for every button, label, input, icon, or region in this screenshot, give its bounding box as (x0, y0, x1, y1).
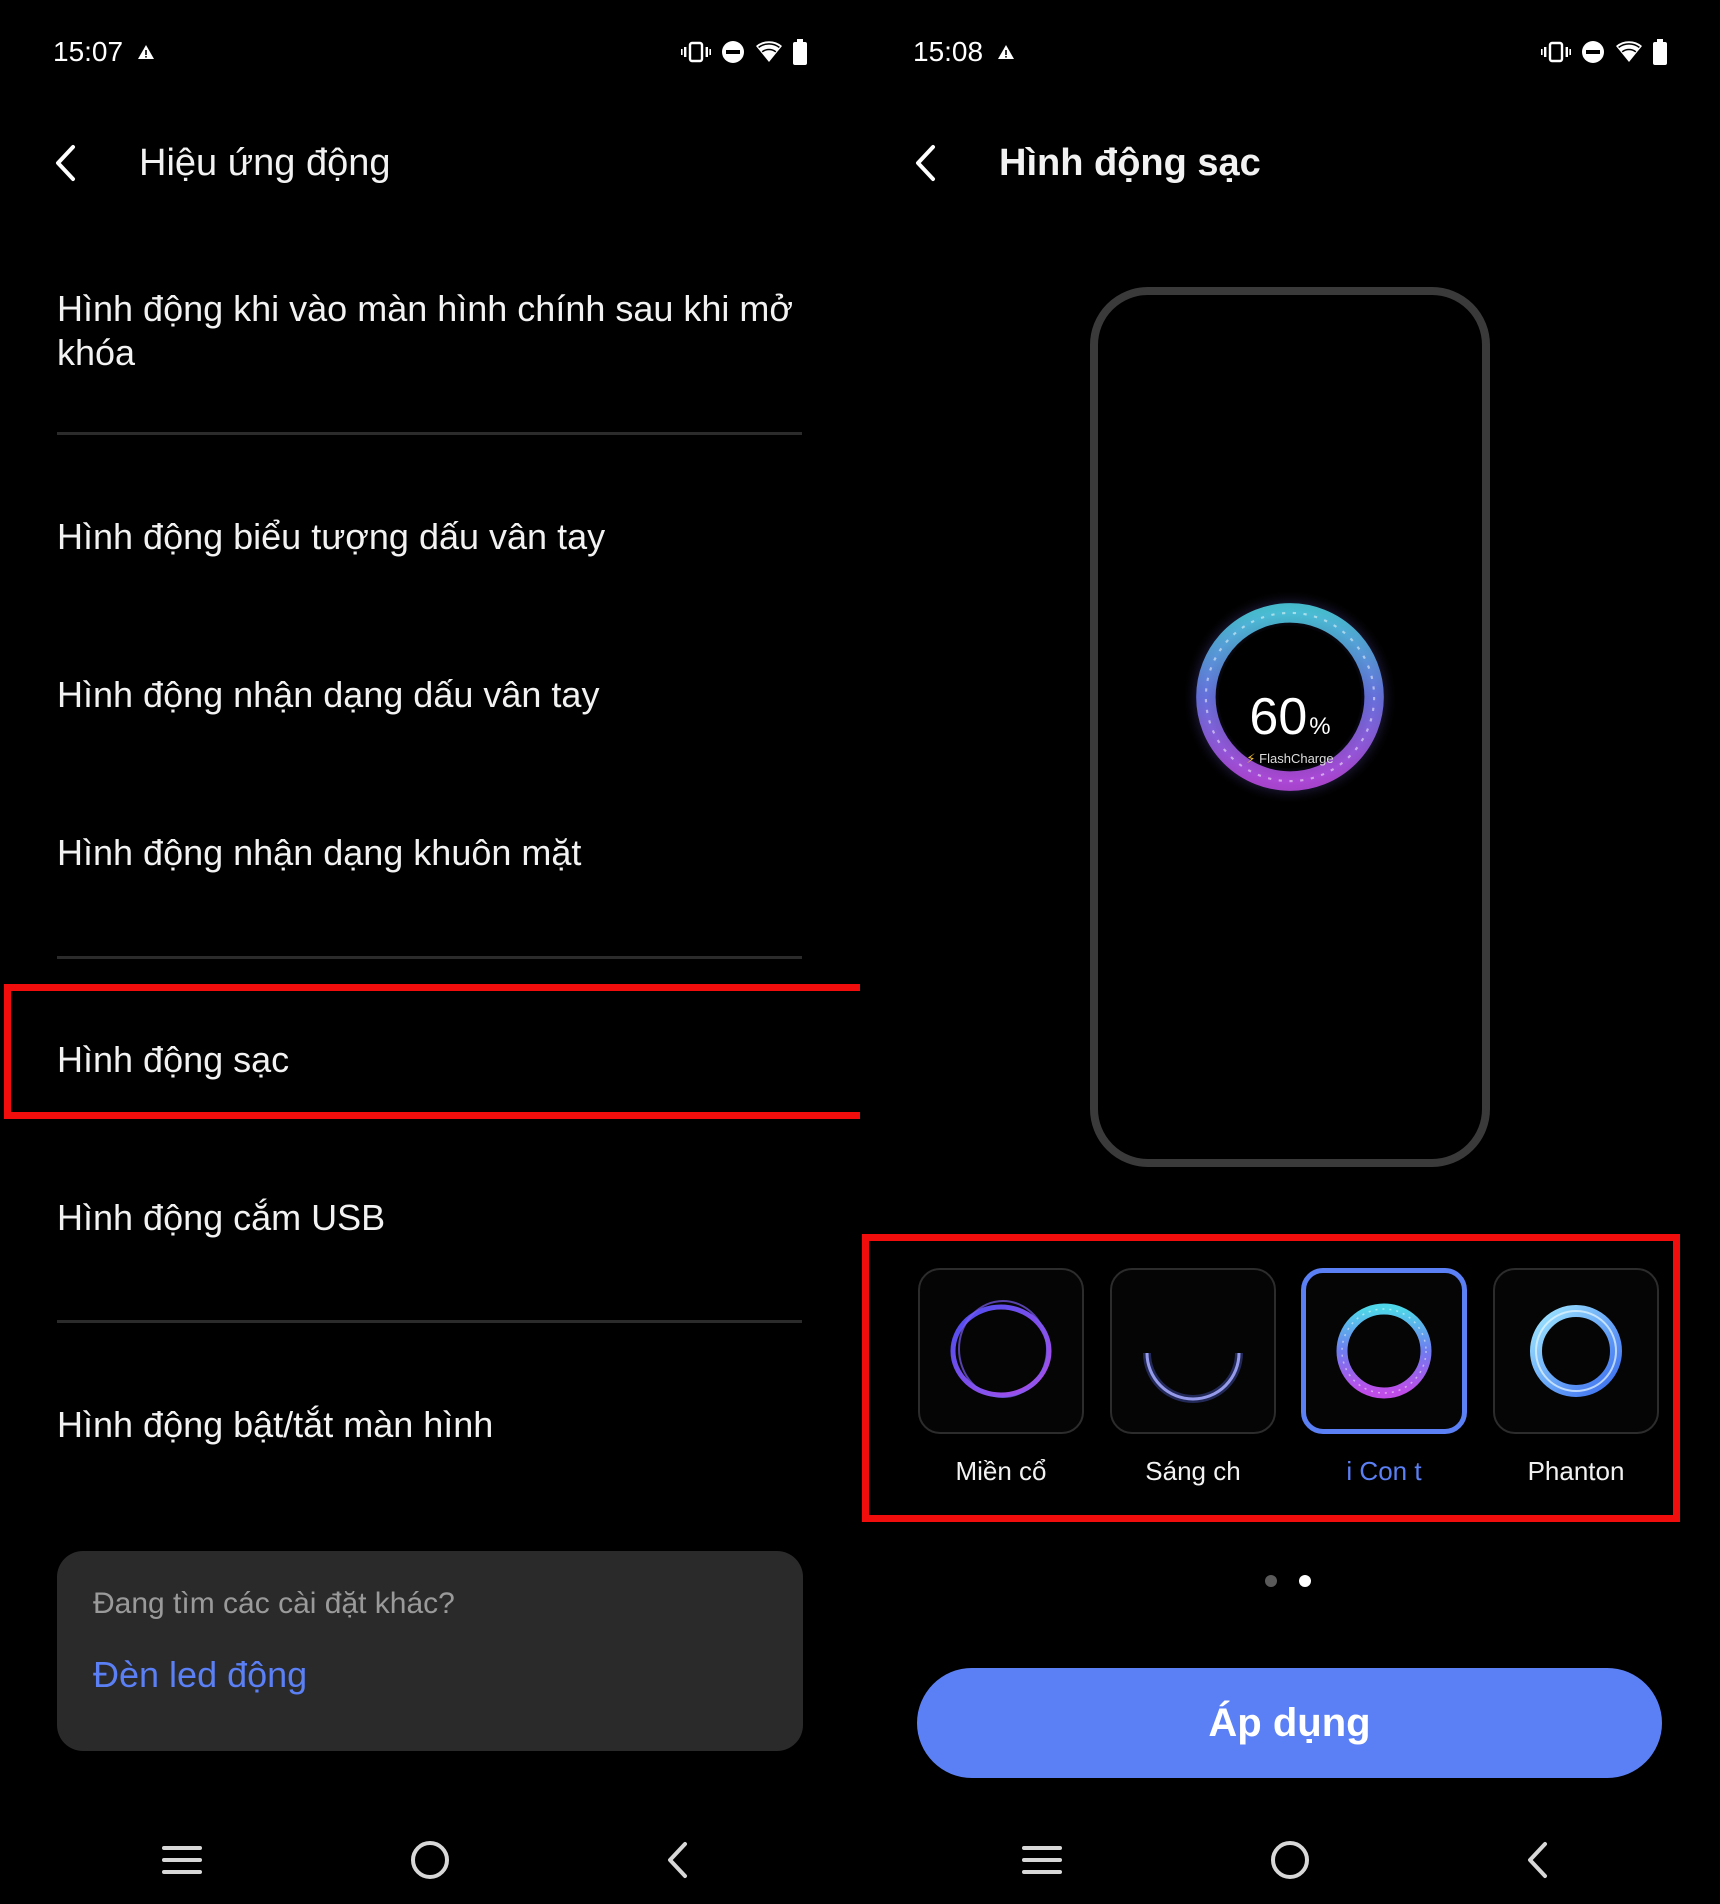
back-nav-button[interactable] (637, 1820, 717, 1900)
wave-ring-thumbnail (950, 1300, 1052, 1398)
menu-item-face-recognition-animation[interactable]: Hình động nhận dạng khuôn mặt (57, 831, 802, 875)
wifi-icon (1615, 41, 1643, 63)
bolt-icon: ⚡ (1246, 751, 1256, 766)
other-settings-question: Đang tìm các cài đặt khác? (93, 1587, 455, 1620)
status-time: 15:07 (53, 36, 124, 67)
divider (57, 956, 802, 959)
apply-button[interactable]: Áp dụng (917, 1668, 1662, 1778)
home-nav-button[interactable] (390, 1820, 470, 1900)
animation-option-label: Sáng ch (1145, 1456, 1241, 1486)
home-circle-icon (1271, 1841, 1309, 1879)
page-dot-active[interactable] (1299, 1575, 1311, 1587)
navigation-bar (0, 1820, 860, 1900)
menu-item-fingerprint-recognition-animation[interactable]: Hình động nhận dạng dấu vân tay (57, 673, 802, 717)
warning-icon (137, 44, 155, 60)
animation-preview: 60% ⚡ FlashCharge (1090, 287, 1490, 1167)
menu-nav-button[interactable] (1002, 1820, 1082, 1900)
warning-icon (997, 44, 1015, 60)
right-screen: 15:08 Hình động sạc 60% ⚡ FlashCharge Mi… (860, 0, 1720, 1904)
battery-icon (1653, 39, 1667, 65)
menu-item-unlock-animation[interactable]: Hình động khi vào màn hình chính sau khi… (57, 287, 802, 375)
wifi-icon (755, 41, 783, 63)
chevron-left-icon (668, 1842, 687, 1878)
animation-option-label: Phanton (1527, 1456, 1625, 1486)
animation-options: Miền cổ Sáng ch i Con t Phanton (918, 1268, 1678, 1508)
menu-nav-button[interactable] (142, 1820, 222, 1900)
chevron-left-icon (1528, 1842, 1547, 1878)
menu-icon (162, 1846, 202, 1874)
page-title: Hiệu ứng động (139, 141, 391, 184)
home-circle-icon (411, 1841, 449, 1879)
glow-arc-thumbnail (1143, 1352, 1243, 1403)
charge-percent: 60% (1249, 688, 1331, 746)
divider (57, 432, 802, 435)
other-settings-card: Đang tìm các cài đặt khác? Đèn led động (57, 1551, 803, 1751)
menu-icon (1022, 1846, 1062, 1874)
vibrate-icon (1541, 40, 1571, 64)
page-title: Hình động sạc (999, 141, 1261, 184)
back-button[interactable] (53, 138, 89, 188)
back-button[interactable] (913, 138, 949, 188)
phantom-ring-thumbnail (1530, 1305, 1622, 1397)
animation-option-selected[interactable]: i Con t (1301, 1268, 1467, 1487)
status-bar: 15:07 (53, 30, 807, 74)
page-indicator (1265, 1575, 1311, 1587)
back-nav-button[interactable] (1497, 1820, 1577, 1900)
chevron-left-icon (56, 145, 75, 181)
menu-item-fingerprint-icon-animation[interactable]: Hình động biểu tượng dấu vân tay (57, 515, 802, 559)
battery-icon (793, 39, 807, 65)
page-dot[interactable] (1265, 1575, 1277, 1587)
menu-item-screen-on-off-animation[interactable]: Hình động bật/tắt màn hình (57, 1403, 802, 1447)
menu-item-usb-animation[interactable]: Hình động cắm USB (57, 1196, 802, 1240)
navigation-bar (860, 1820, 1720, 1900)
animation-option[interactable]: Miền cổ (918, 1268, 1084, 1487)
animation-option-label: i Con t (1346, 1456, 1422, 1486)
status-time: 15:08 (913, 36, 984, 67)
do-not-disturb-icon (1581, 40, 1605, 64)
home-nav-button[interactable] (1250, 1820, 1330, 1900)
dynamic-led-link[interactable]: Đèn led động (93, 1654, 307, 1696)
animation-option[interactable]: Phanton (1493, 1268, 1659, 1487)
do-not-disturb-icon (721, 40, 745, 64)
app-bar: Hình động sạc (913, 128, 1667, 198)
menu-item-charging-animation[interactable]: Hình động sạc (57, 1038, 802, 1082)
vibrate-icon (681, 40, 711, 64)
flashcharge-label: ⚡ FlashCharge (1246, 751, 1334, 766)
animation-option-label: Miền cổ (955, 1456, 1047, 1486)
app-bar: Hiệu ứng động (53, 128, 807, 198)
animation-option[interactable]: Sáng ch (1110, 1268, 1276, 1487)
left-screen: 15:07 Hiệu ứng động Hình động khi vào mà… (0, 0, 870, 1904)
status-bar: 15:08 (913, 30, 1667, 74)
sparkle-ring-thumbnail (1336, 1303, 1432, 1399)
chevron-left-icon (916, 145, 935, 181)
divider (57, 1320, 802, 1323)
